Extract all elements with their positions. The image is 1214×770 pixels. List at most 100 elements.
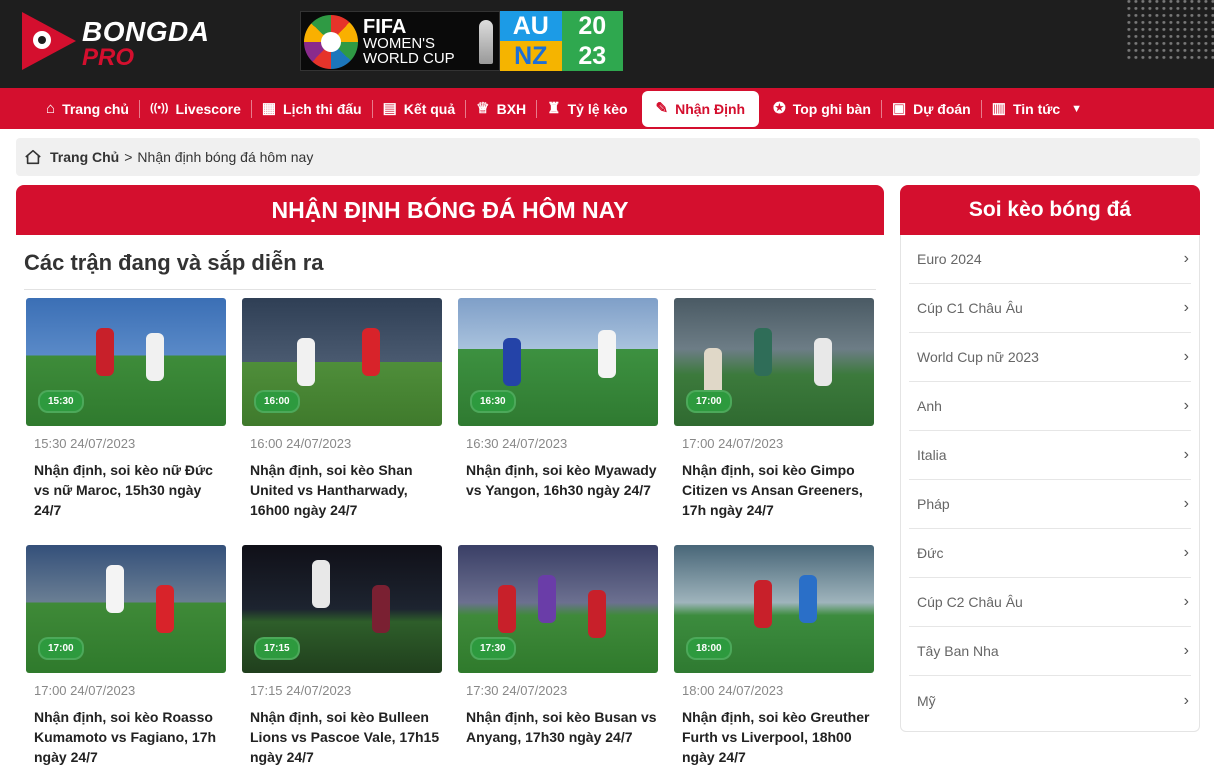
nav-item-9[interactable]: ▣ Dự đoán: [882, 91, 981, 127]
match-datetime: 16:30 24/07/2023: [466, 436, 568, 451]
player-figure: [312, 560, 330, 608]
nav-item-1[interactable]: ⌂ Trang chủ: [36, 91, 139, 127]
nav-item-label: BXH: [496, 100, 527, 117]
match-card[interactable]: 17:30 17:30 24/07/2023 Nhận định, soi kèo …: [458, 545, 658, 747]
main-nav: ⌂ Trang chủ ((•)) Livescore ▦ Lịch thi đấu ▤ Kế…: [0, 88, 1214, 129]
chevron-right-icon: ›: [1183, 446, 1189, 463]
match-card[interactable]: 17:15 17:15 24/07/2023 Nhận định, soi kèo …: [242, 545, 442, 767]
header-decoration: [1124, 0, 1214, 60]
breadcrumb-home-link[interactable]: Trang Chủ: [50, 149, 119, 165]
nav-item-5[interactable]: ♕ BXH: [466, 91, 536, 127]
sidebar-item[interactable]: Cúp C2 Châu Âu ›: [909, 578, 1191, 627]
nav-item-10[interactable]: ▥ Tin tức ▼: [982, 91, 1092, 127]
match-title-link[interactable]: Nhận định, soi kèo Greuther Furth vs Liv…: [674, 707, 874, 767]
match-title-link[interactable]: Nhận định, soi kèo Bulleen Lions vs Pasc…: [242, 707, 442, 767]
nav-item-label: Top ghi bàn: [792, 100, 871, 117]
nav-item-label: Livescore: [175, 100, 241, 117]
sidebar-item-label: Anh: [917, 398, 942, 414]
player-figure: [372, 585, 390, 633]
sidebar-item-label: Pháp: [917, 496, 950, 512]
sidebar-item-label: Cúp C1 Châu Âu: [917, 300, 1023, 316]
match-title-link[interactable]: Nhận định, soi kèo Busan vs Anyang, 17h3…: [458, 707, 658, 747]
chevron-right-icon: ›: [1183, 495, 1189, 512]
site-logo[interactable]: BONGDA PRO: [20, 10, 220, 72]
sidebar-item[interactable]: Cúp C1 Châu Âu ›: [909, 284, 1191, 333]
match-thumbnail[interactable]: 16:00: [242, 298, 442, 426]
nav-item-4[interactable]: ▤ Kết quả: [373, 91, 466, 127]
nav-item-3[interactable]: ▦ Lịch thi đấu: [252, 91, 372, 127]
sidebar-league-list: Euro 2024 › Cúp C1 Châu Âu › World Cup nữ 20…: [900, 235, 1200, 732]
chevron-right-icon: ›: [1183, 544, 1189, 561]
nav-item-label: Tỷ lệ kèo: [567, 100, 628, 117]
trophy-icon: ♕: [476, 100, 490, 117]
match-card[interactable]: 16:00 16:00 24/07/2023 Nhận định, soi kèo …: [242, 298, 442, 520]
match-thumbnail[interactable]: 16:30: [458, 298, 658, 426]
match-title-link[interactable]: Nhận định, soi kèo Shan United vs Hantha…: [242, 460, 442, 520]
sidebar-item[interactable]: Euro 2024 ›: [909, 235, 1191, 284]
medal-icon: ✪: [773, 100, 786, 117]
logo-play-icon: [22, 12, 76, 70]
sidebar-item[interactable]: Pháp ›: [909, 480, 1191, 529]
match-card[interactable]: 17:00 17:00 24/07/2023 Nhận định, soi kèo …: [26, 545, 226, 767]
match-datetime: 15:30 24/07/2023: [34, 436, 136, 451]
player-figure: [754, 580, 772, 628]
match-datetime: 17:15 24/07/2023: [250, 683, 352, 698]
kickoff-time-badge: 16:00: [254, 390, 300, 413]
player-figure: [704, 348, 722, 396]
kickoff-time-badge: 16:30: [470, 390, 516, 413]
chevron-down-icon: ▼: [1071, 102, 1083, 115]
match-thumbnail[interactable]: 17:00: [674, 298, 874, 426]
match-thumbnail[interactable]: 17:00: [26, 545, 226, 673]
match-card[interactable]: 18:00 18:00 24/07/2023 Nhận định, soi kèo …: [674, 545, 874, 767]
match-card[interactable]: 17:00 17:00 24/07/2023 Nhận định, soi kèo …: [674, 298, 874, 520]
divider: [24, 289, 876, 290]
nav-item-label: Trang chủ: [62, 100, 129, 117]
chevron-right-icon: ›: [1183, 250, 1189, 267]
player-figure: [538, 575, 556, 623]
match-datetime: 18:00 24/07/2023: [682, 683, 784, 698]
sidebar-title: Soi kèo bóng đá: [900, 185, 1200, 235]
match-card[interactable]: 15:30 15:30 24/07/2023 Nhận định, soi kèo …: [26, 298, 226, 520]
match-title-link[interactable]: Nhận định, soi kèo Roasso Kumamoto vs Fa…: [26, 707, 226, 767]
match-title-link[interactable]: Nhận định, soi kèo Gimpo Citizen vs Ansa…: [674, 460, 874, 520]
player-figure: [598, 330, 616, 378]
womens-world-cup-banner[interactable]: FIFA WOMEN'S WORLD CUP AU 20 NZ 23: [300, 11, 623, 71]
nav-item-6[interactable]: ♜ Tỷ lệ kèo: [537, 91, 637, 127]
sidebar-item-label: Mỹ: [917, 692, 936, 709]
sidebar-item-label: Cúp C2 Châu Âu: [917, 594, 1023, 610]
sidebar-item[interactable]: Anh ›: [909, 382, 1191, 431]
sidebar-item[interactable]: Tây Ban Nha ›: [909, 627, 1191, 676]
prediction-icon: ▣: [891, 100, 907, 117]
match-card[interactable]: 16:30 16:30 24/07/2023 Nhận định, soi kèo …: [458, 298, 658, 500]
analysis-icon: ✎: [655, 100, 669, 117]
match-title-link[interactable]: Nhận định, soi kèo nữ Đức vs nữ Maroc, 1…: [26, 460, 226, 520]
match-thumbnail[interactable]: 17:15: [242, 545, 442, 673]
nav-item-8[interactable]: ✪ Top ghi bàn: [763, 91, 881, 127]
breadcrumb: Trang Chủ > Nhận định bóng đá hôm nay: [16, 138, 1200, 176]
nav-item-label: Nhận Định: [675, 100, 746, 117]
sidebar-item[interactable]: Mỹ ›: [909, 676, 1191, 725]
chevron-right-icon: ›: [1183, 691, 1189, 709]
match-title-link[interactable]: Nhận định, soi kèo Myawady vs Yangon, 16…: [458, 460, 658, 500]
chevron-right-icon: ›: [1183, 348, 1189, 365]
nav-item-label: Lịch thi đấu: [283, 100, 362, 117]
sidebar-item[interactable]: Italia ›: [909, 431, 1191, 480]
match-thumbnail[interactable]: 18:00: [674, 545, 874, 673]
player-figure: [503, 338, 521, 386]
match-thumbnail[interactable]: 17:30: [458, 545, 658, 673]
sidebar-item-label: Italia: [917, 447, 947, 463]
player-figure: [362, 328, 380, 376]
news-icon: ▥: [991, 100, 1006, 117]
player-figure: [156, 585, 174, 633]
home-icon[interactable]: [24, 148, 42, 166]
match-thumbnail[interactable]: 15:30: [26, 298, 226, 426]
sidebar-item[interactable]: World Cup nữ 2023 ›: [909, 333, 1191, 382]
player-figure: [799, 575, 817, 623]
nav-item-7[interactable]: ✎ Nhận Định: [641, 90, 760, 127]
player-figure: [754, 328, 772, 376]
nav-item-2[interactable]: ((•)) Livescore: [140, 91, 251, 127]
sidebar-item-label: Euro 2024: [917, 251, 982, 267]
logo-text-bottom: PRO: [82, 44, 135, 71]
sidebar-item[interactable]: Đức ›: [909, 529, 1191, 578]
match-datetime: 17:30 24/07/2023: [466, 683, 568, 698]
